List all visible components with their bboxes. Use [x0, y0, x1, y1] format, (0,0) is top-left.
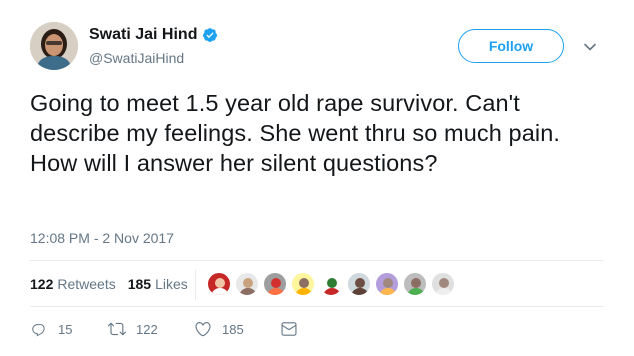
heart-icon: [195, 322, 211, 337]
liker-avatar[interactable]: [235, 272, 259, 296]
tweet-card: Swati Jai Hind @SwatiJaiHind Follow Goin…: [0, 0, 634, 356]
user-handle[interactable]: @SwatiJaiHind: [89, 50, 184, 66]
tweet-stats: 122 Retweets 185 Likes: [30, 276, 200, 292]
direct-message-button[interactable]: [280, 320, 298, 338]
user-avatar[interactable]: [30, 22, 78, 70]
liker-avatar[interactable]: [319, 272, 343, 296]
liker-avatar[interactable]: [207, 272, 231, 296]
user-name[interactable]: Swati Jai Hind: [89, 26, 218, 44]
retweets-label: Retweets: [57, 276, 116, 292]
retweet-count: 122: [136, 321, 158, 337]
divider: [30, 306, 604, 307]
reply-button[interactable]: 15: [30, 320, 108, 338]
likers-avatars: [207, 272, 459, 296]
liker-avatar[interactable]: [431, 272, 455, 296]
likes-count: 185: [127, 276, 152, 292]
tweet-timestamp[interactable]: 12:08 PM - 2 Nov 2017: [30, 230, 174, 246]
message-icon: [281, 322, 297, 336]
liker-avatar[interactable]: [263, 272, 287, 296]
retweet-icon: [108, 322, 126, 336]
like-count: 185: [222, 321, 244, 337]
liker-avatar[interactable]: [375, 272, 399, 296]
retweets-stat[interactable]: 122 Retweets: [30, 276, 116, 292]
liker-avatar[interactable]: [291, 272, 315, 296]
tweet-text: Going to meet 1.5 year old rape survivor…: [30, 90, 561, 176]
divider: [30, 260, 604, 261]
retweets-count: 122: [30, 276, 54, 292]
reply-count: 15: [58, 321, 73, 337]
user-name-text[interactable]: Swati Jai Hind: [89, 26, 197, 44]
follow-button[interactable]: Follow: [458, 29, 564, 63]
liker-avatar[interactable]: [403, 272, 427, 296]
stats-divider: [195, 270, 196, 300]
likes-stat[interactable]: 185 Likes: [128, 276, 188, 292]
liker-avatar[interactable]: [347, 272, 371, 296]
verified-badge-icon: [203, 28, 218, 42]
like-button[interactable]: 185: [194, 320, 280, 338]
reply-icon: [32, 324, 45, 337]
chevron-down-icon[interactable]: [583, 40, 597, 54]
likes-label: Likes: [155, 276, 188, 292]
retweet-button[interactable]: 122: [108, 320, 194, 338]
tweet-actions: 15 122 185: [30, 320, 298, 338]
